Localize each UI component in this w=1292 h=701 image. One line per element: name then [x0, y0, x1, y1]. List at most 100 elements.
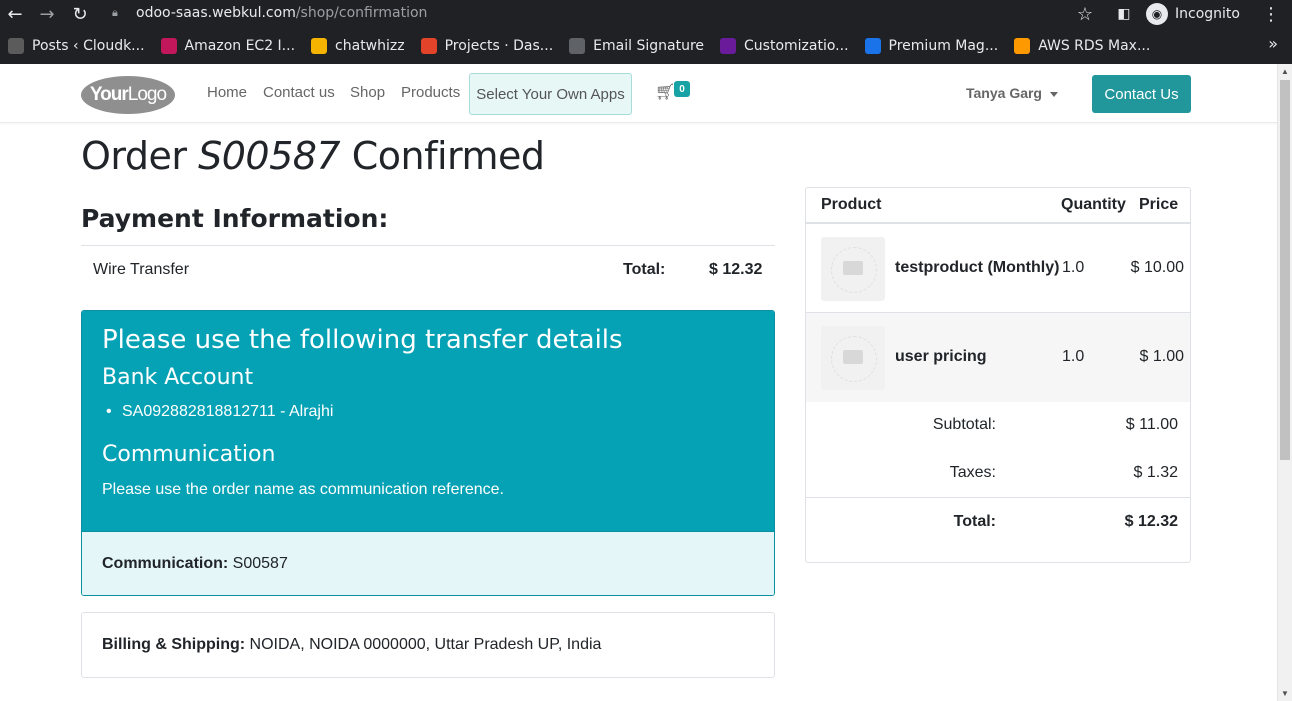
contact-us-button[interactable]: Contact Us — [1092, 75, 1191, 113]
communication-heading: Communication — [102, 442, 276, 467]
globe-icon — [569, 38, 586, 54]
bookmarks-overflow-icon[interactable]: » — [1268, 34, 1278, 53]
billing-label: Billing & Shipping: — [102, 636, 246, 653]
user-name: Tanya Garg — [966, 85, 1042, 101]
browser-menu-icon[interactable]: ⋮ — [1259, 2, 1283, 26]
bookmark-label: Posts ‹ Cloudk... — [32, 38, 145, 54]
nav-shop[interactable]: Shop — [350, 84, 385, 101]
bookmark-item[interactable]: Premium Mag... — [857, 32, 1007, 60]
grand-total-value: $ 12.32 — [1124, 513, 1178, 530]
amazon-ec2-icon — [160, 38, 177, 54]
payment-heading: Payment Information: — [81, 204, 389, 233]
transfer-heading: Please use the following transfer detail… — [102, 325, 623, 355]
col-quantity: Quantity — [1061, 196, 1126, 213]
wordpress-icon — [8, 38, 24, 54]
bookmark-item[interactable]: AWS RDS Max... — [1006, 32, 1158, 60]
bookmark-label: Customizatio... — [744, 38, 849, 54]
product-quantity: 1.0 — [1062, 259, 1085, 276]
payment-method: Wire Transfer — [93, 261, 190, 278]
page-viewport: Your Logo Home Contact us Shop Products S… — [0, 64, 1277, 701]
bookmark-item[interactable]: Amazon EC2 I... — [153, 32, 304, 60]
bookmark-label: Amazon EC2 I... — [184, 38, 296, 54]
nav-contact-us[interactable]: Contact us — [263, 84, 335, 101]
summary-header: Product Quantity Price — [806, 188, 1190, 224]
forward-arrow-icon[interactable]: → — [35, 2, 59, 26]
grand-total-label: Total: — [953, 513, 996, 530]
product-price: $ 1.00 — [1139, 348, 1184, 365]
scroll-down-icon[interactable]: ▼ — [1281, 689, 1289, 698]
gitlab-icon — [420, 38, 437, 54]
select-apps-button[interactable]: Select Your Own Apps — [469, 73, 632, 115]
bookmark-label: chatwhizz — [335, 38, 405, 54]
browser-toolbar: ← → ↻ 🔒︎ odoo-saas.webkul.com/shop/confi… — [0, 0, 1292, 28]
bookmark-label: Email Signature — [593, 38, 705, 54]
user-menu[interactable]: Tanya Garg — [966, 85, 1058, 101]
billing-address: NOIDA, NOIDA 0000000, Uttar Pradesh UP, … — [249, 636, 602, 653]
communication-note: Please use the order name as communicati… — [102, 481, 504, 498]
col-price: Price — [1139, 196, 1179, 213]
product-quantity: 1.0 — [1062, 348, 1085, 365]
logo-text-bold: Your — [89, 84, 129, 105]
bookmark-star-icon[interactable]: ☆ — [1073, 2, 1097, 26]
summary-row: testproduct (Monthly) 1.0 $ 10.00 — [806, 224, 1190, 313]
nav-home[interactable]: Home — [207, 84, 247, 101]
address-bar[interactable]: 🔒︎ odoo-saas.webkul.com/shop/confirmatio… — [102, 0, 1102, 26]
summary-row: user pricing 1.0 $ 1.00 — [806, 313, 1190, 402]
reload-icon[interactable]: ↻ — [68, 2, 92, 26]
scrollbar-thumb[interactable] — [1280, 80, 1290, 460]
url-host: odoo-saas.webkul.com — [136, 5, 296, 21]
taxes-value: $ 1.32 — [1133, 464, 1178, 481]
col-product: Product — [821, 196, 882, 213]
order-reference: S00587 — [198, 134, 341, 178]
bookmark-item[interactable]: Projects · Das... — [413, 32, 562, 60]
incognito-indicator[interactable]: ◉ Incognito — [1146, 2, 1240, 26]
bank-account-heading: Bank Account — [102, 365, 254, 390]
product-price: $ 10.00 — [1130, 259, 1184, 276]
payment-row: Wire Transfer Total: $ 12.32 — [81, 245, 775, 292]
bookmark-label: AWS RDS Max... — [1038, 38, 1151, 54]
bookmark-item[interactable]: Email Signature — [561, 32, 712, 60]
page-title: Order S00587 Confirmed — [81, 134, 545, 178]
subtotal-label: Subtotal: — [932, 416, 996, 433]
communication-label: Communication: — [102, 555, 229, 572]
bookmark-item[interactable]: Posts ‹ Cloudk... — [0, 32, 153, 60]
site-logo[interactable]: Your Logo — [81, 76, 175, 114]
side-panel-icon[interactable]: ◧ — [1112, 2, 1136, 26]
lock-icon: 🔒︎ — [112, 6, 118, 19]
bookmark-item[interactable]: Customizatio... — [712, 32, 857, 60]
bank-account-item: SA092882818812711 - Alrajhi — [106, 403, 333, 421]
bookmark-label: Projects · Das... — [444, 38, 554, 54]
bookmark-item[interactable]: chatwhizz — [303, 32, 413, 60]
title-prefix: Order — [81, 134, 187, 178]
subtotal-value: $ 11.00 — [1125, 416, 1178, 433]
cart-icon[interactable]: 🛒︎ — [655, 82, 675, 101]
bookmark-label: Premium Mag... — [888, 38, 999, 54]
taxes-label: Taxes: — [949, 464, 996, 481]
product-name: user pricing — [895, 348, 987, 365]
incognito-label: Incognito — [1175, 6, 1240, 22]
product-name: testproduct (Monthly) — [895, 259, 1060, 276]
nav-products[interactable]: Products — [401, 84, 460, 101]
logo-text: Logo — [127, 84, 167, 105]
page-scrollbar[interactable]: ▲ ▼ — [1277, 64, 1292, 701]
bookmarks-bar: Posts ‹ Cloudk... Amazon EC2 I... chatwhiz… — [0, 28, 1292, 64]
chatwhizz-icon — [311, 38, 328, 54]
url-path: /shop/confirmation — [295, 5, 428, 21]
transfer-details-panel: Please use the following transfer detail… — [81, 310, 775, 596]
scroll-up-icon[interactable]: ▲ — [1281, 67, 1289, 76]
communication-value: S00587 — [232, 555, 288, 572]
site-header: Your Logo Home Contact us Shop Products S… — [0, 64, 1277, 123]
customization-icon — [720, 38, 737, 54]
aws-rds-icon — [1014, 38, 1031, 54]
product-image — [821, 326, 885, 390]
premium-icon — [864, 38, 881, 54]
incognito-icon: ◉ — [1146, 3, 1168, 25]
billing-shipping-panel: Billing & Shipping: NOIDA, NOIDA 0000000… — [81, 612, 775, 678]
payment-total-label: Total: — [623, 261, 666, 278]
payment-total-value: $ 12.32 — [709, 261, 763, 278]
title-suffix: Confirmed — [351, 134, 545, 178]
product-image — [821, 237, 885, 301]
back-arrow-icon[interactable]: ← — [3, 2, 27, 26]
communication-reference: Communication: S00587 — [82, 531, 774, 595]
caret-down-icon — [1050, 91, 1058, 97]
